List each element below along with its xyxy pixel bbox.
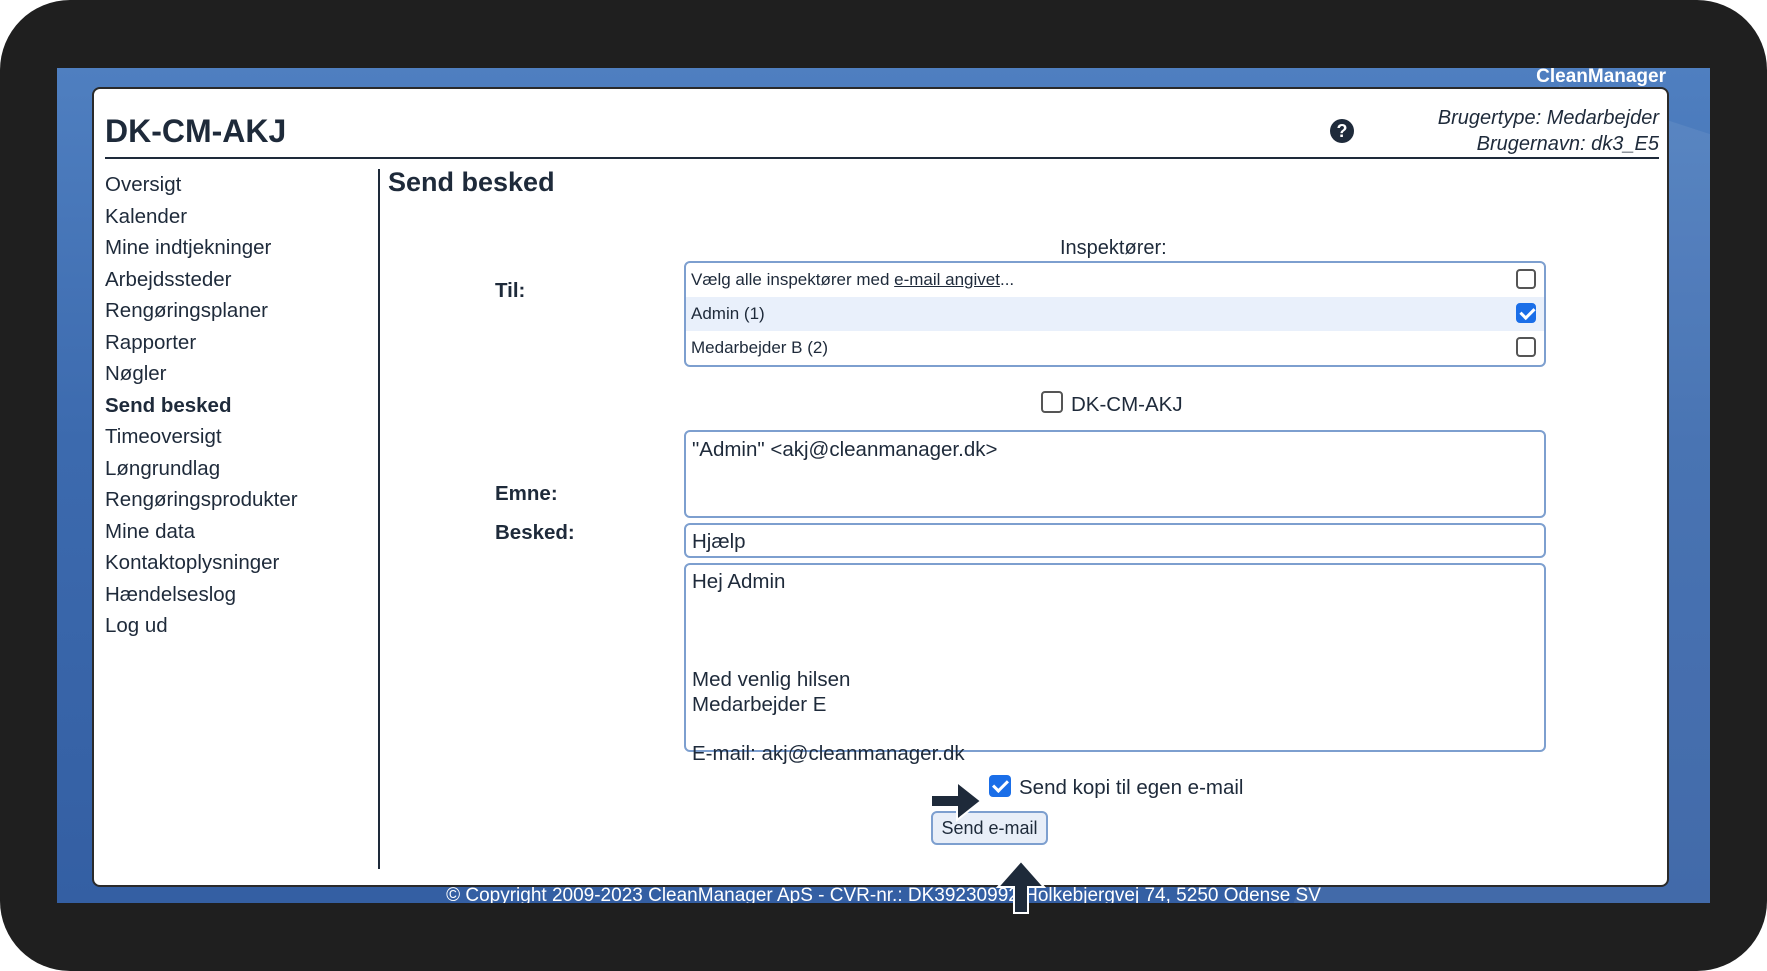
- message-textarea[interactable]: Hej Admin Med venlig hilsen Medarbejder …: [684, 563, 1546, 765]
- nav-item-timeoversigt[interactable]: Timeoversigt: [105, 421, 355, 453]
- select-all-checkbox[interactable]: [1516, 269, 1536, 289]
- header-divider: [105, 157, 1659, 159]
- browser-viewport: CleanManager DK-CM-AKJ ? Brugertype: Med…: [57, 68, 1710, 903]
- arrow-right-icon: [930, 779, 983, 823]
- select-all-prefix: Vælg alle inspektører med: [691, 270, 895, 289]
- nav-item-log-ud[interactable]: Log ud: [105, 610, 355, 642]
- recipients-field[interactable]: "Admin" <akj@cleanmanager.dk>: [684, 430, 1546, 518]
- to-label: Til:: [495, 279, 526, 302]
- main-panel: DK-CM-AKJ ? Brugertype: Medarbejder Brug…: [92, 87, 1669, 887]
- inspector-list: Vælg alle inspektører med e-mail angivet…: [684, 261, 1546, 367]
- group-checkbox[interactable]: [1041, 391, 1063, 413]
- inspector-row-medarbejder-b[interactable]: Medarbejder B (2): [686, 331, 1544, 365]
- subject-input[interactable]: Hjælp: [684, 523, 1546, 558]
- message-label: Besked:: [495, 521, 575, 544]
- brand-name: CleanManager: [1536, 68, 1666, 87]
- nav-item-mine-indtjekninger[interactable]: Mine indtjekninger: [105, 232, 355, 264]
- group-checkbox-label: DK-CM-AKJ: [1071, 393, 1183, 416]
- nav-item-nogler[interactable]: Nøgler: [105, 358, 355, 390]
- send-copy-checkbox[interactable]: [989, 775, 1011, 797]
- sidebar-nav: Oversigt Kalender Mine indtjekninger Arb…: [105, 169, 355, 642]
- device-frame: CleanManager DK-CM-AKJ ? Brugertype: Med…: [0, 0, 1767, 971]
- help-icon[interactable]: ?: [1330, 119, 1354, 143]
- page-title: Send besked: [388, 167, 555, 197]
- footer-copyright: © Copyright 2009-2023 CleanManager ApS -…: [446, 885, 1321, 903]
- nav-item-longrundlag[interactable]: Løngrundlag: [105, 453, 355, 485]
- arrow-up-icon: [995, 859, 1047, 914]
- inspector-checkbox-admin[interactable]: [1516, 303, 1536, 323]
- subject-label: Emne:: [495, 482, 558, 505]
- site-title: DK-CM-AKJ: [105, 113, 287, 149]
- user-name: Brugernavn: dk3_E5: [1476, 133, 1659, 155]
- nav-item-haendelseslog[interactable]: Hændelseslog: [105, 579, 355, 611]
- nav-item-rengoringsprodukter[interactable]: Rengøringsprodukter: [105, 484, 355, 516]
- inspector-checkbox-medarbejder-b[interactable]: [1516, 337, 1536, 357]
- nav-item-kalender[interactable]: Kalender: [105, 201, 355, 233]
- select-all-row[interactable]: Vælg alle inspektører med e-mail angivet…: [686, 263, 1544, 297]
- select-all-suffix: ...: [999, 270, 1015, 289]
- inspector-label: Admin (1): [691, 304, 765, 323]
- nav-item-kontaktoplysninger[interactable]: Kontaktoplysninger: [105, 547, 355, 579]
- nav-item-send-besked[interactable]: Send besked: [105, 390, 355, 422]
- nav-item-mine-data[interactable]: Mine data: [105, 516, 355, 548]
- user-type: Brugertype: Medarbejder: [1437, 107, 1659, 129]
- inspectors-heading: Inspektører:: [1060, 237, 1167, 259]
- select-all-link[interactable]: e-mail angivet: [894, 270, 1000, 289]
- inspector-row-admin[interactable]: Admin (1): [686, 297, 1544, 331]
- nav-item-rengoringsplaner[interactable]: Rengøringsplaner: [105, 295, 355, 327]
- sidebar-divider: [378, 169, 380, 869]
- user-info: Brugertype: Medarbejder Brugernavn: dk3_…: [1438, 105, 1659, 157]
- inspector-label: Medarbejder B (2): [691, 338, 829, 357]
- nav-item-arbejdssteder[interactable]: Arbejdssteder: [105, 264, 355, 296]
- nav-item-oversigt[interactable]: Oversigt: [105, 169, 355, 201]
- nav-item-rapporter[interactable]: Rapporter: [105, 327, 355, 359]
- send-copy-label: Send kopi til egen e-mail: [1019, 776, 1244, 799]
